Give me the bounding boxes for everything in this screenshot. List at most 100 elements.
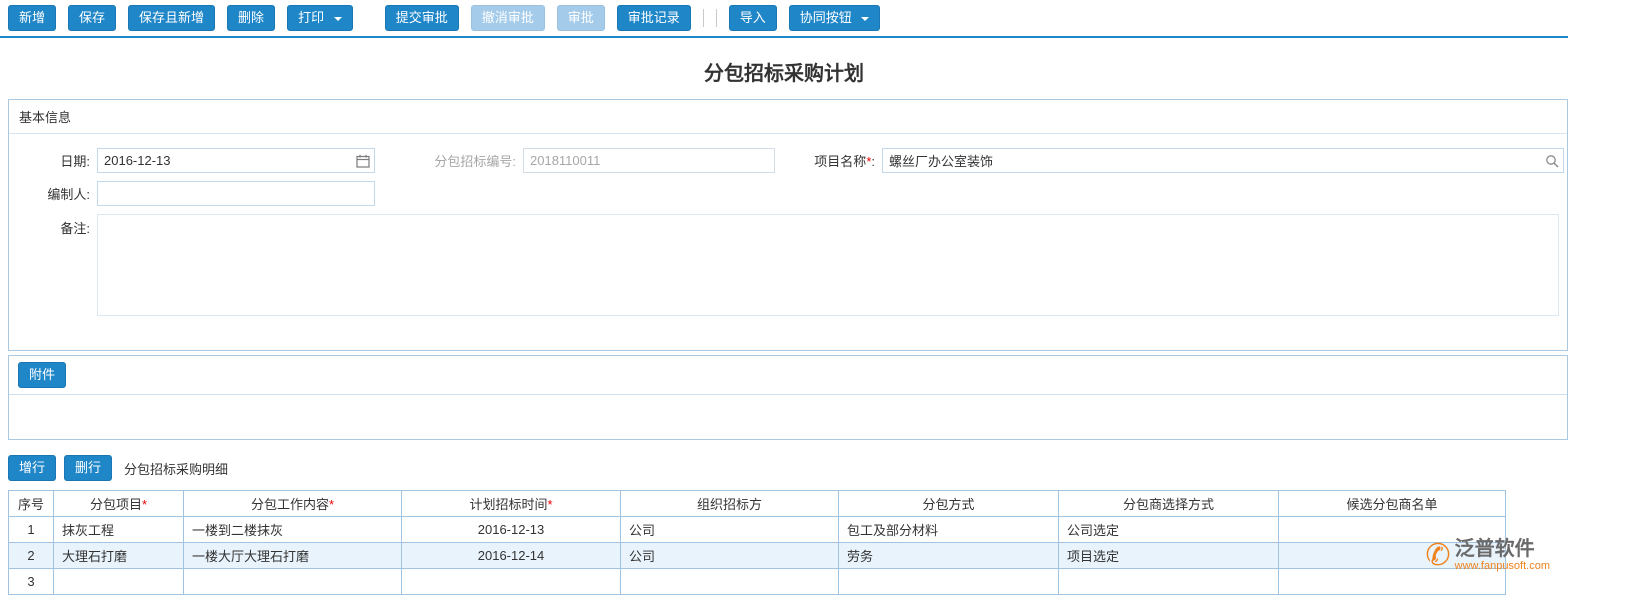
new-button[interactable]: 新增 [8, 5, 57, 31]
cell-subcontract-item[interactable] [53, 568, 184, 595]
add-row-button[interactable]: 增行 [8, 455, 57, 481]
compiler-field-wrap [97, 181, 375, 206]
date-input[interactable] [97, 148, 375, 173]
project-field-wrap [882, 148, 1564, 173]
col-header-label: 分包项目 [89, 497, 142, 512]
approval-record-button[interactable]: 审批记录 [616, 5, 691, 31]
cell-planned-bid-time[interactable]: 2016-12-14 [401, 542, 621, 569]
bid-no-input [523, 148, 775, 173]
required-asterisk: * [547, 497, 553, 512]
approve-button: 审批 [556, 5, 605, 31]
cell-selection-method[interactable] [1058, 568, 1279, 595]
col-header-label: 计划招标时间 [469, 497, 548, 512]
delete-button[interactable]: 删除 [227, 5, 276, 31]
attachment-header: 附件 [9, 356, 1567, 395]
collaboration-button-label: 协同按钮 [799, 10, 852, 25]
cell-seq: 3 [8, 568, 54, 595]
cell-organizer[interactable]: 公司 [620, 542, 839, 569]
form-row-3: 备注: [9, 214, 1567, 316]
compiler-input[interactable] [97, 181, 375, 206]
col-header-label: 分包工作内容 [250, 497, 329, 512]
page-title: 分包招标采购计划 [704, 63, 864, 85]
date-field-wrap [97, 148, 375, 173]
cell-subcontract-item[interactable]: 大理石打磨 [53, 542, 184, 569]
toolbar-separator [702, 9, 704, 27]
form-row-2: 编制人: [9, 181, 1567, 206]
calendar-icon[interactable] [355, 153, 370, 168]
attachment-panel: 附件 [8, 355, 1568, 440]
detail-section-title: 分包招标采购明细 [124, 461, 229, 477]
cell-planned-bid-time[interactable]: 2016-12-13 [401, 516, 621, 543]
col-header-subcontract-item: 分包项目* [53, 490, 184, 517]
basic-info-panel: 基本信息 日期: 分包招标编号: 项目名称*: [8, 99, 1568, 351]
cell-work-content[interactable] [183, 568, 402, 595]
cell-planned-bid-time[interactable] [401, 568, 621, 595]
col-header-label: 分包商选择方式 [1122, 497, 1214, 512]
table-row[interactable]: 1 抹灰工程 一楼到二楼抹灰 2016-12-13 公司 包工及部分材料 公司选… [8, 516, 1506, 543]
submit-approval-button[interactable]: 提交审批 [384, 5, 459, 31]
save-button[interactable]: 保存 [68, 5, 117, 31]
col-header-label: 分包方式 [922, 497, 975, 512]
cancel-approval-button: 撤消审批 [470, 5, 545, 31]
fanpu-brand: 泛普软件 [1454, 538, 1535, 560]
attachment-list-area [9, 395, 1567, 439]
collaboration-button[interactable]: 协同按钮 [788, 5, 881, 31]
import-button[interactable]: 导入 [728, 5, 777, 31]
basic-info-section-title: 基本信息 [9, 100, 1567, 134]
label-colon: : [871, 154, 875, 169]
fanpu-url: www.fanpusoft.com [1454, 560, 1550, 572]
cell-organizer[interactable] [620, 568, 839, 595]
project-name-input[interactable] [882, 148, 1564, 173]
cell-work-content[interactable]: 一楼到二楼抹灰 [183, 516, 402, 543]
top-toolbar: 新增 保存 保存且新增 删除 打印 提交审批 撤消审批 审批 审批记录 导入 协… [0, 0, 1568, 38]
cell-seq: 1 [8, 516, 54, 543]
chevron-down-icon [333, 16, 342, 21]
toolbar-separator [715, 9, 717, 27]
cell-subcontract-method[interactable] [838, 568, 1059, 595]
fanpu-logo-text: 泛普软件 www.fanpusoft.com [1455, 538, 1550, 573]
cell-selection-method[interactable]: 项目选定 [1058, 542, 1279, 569]
bid-no-label: 分包招标编号: [434, 154, 516, 169]
compiler-label: 编制人: [47, 187, 90, 202]
col-header-work-content: 分包工作内容* [183, 490, 402, 517]
project-name-label: 项目名称*: [787, 151, 882, 170]
date-label: 日期: [60, 154, 90, 169]
required-asterisk: * [328, 497, 335, 512]
table-row[interactable]: 2 大理石打磨 一楼大厅大理石打磨 2016-12-14 公司 劳务 项目选定 [8, 542, 1506, 569]
col-header-organizer: 组织招标方 [620, 490, 839, 517]
cell-organizer[interactable]: 公司 [620, 516, 839, 543]
form-row-1: 日期: 分包招标编号: 项目名称*: [9, 148, 1567, 173]
save-and-new-button[interactable]: 保存且新增 [128, 5, 216, 31]
cell-work-content[interactable]: 一楼大厅大理石打磨 [183, 542, 402, 569]
remark-textarea[interactable] [97, 214, 1559, 316]
print-button-label: 打印 [298, 10, 325, 25]
required-asterisk: * [141, 497, 148, 512]
col-header-label: 候选分包商名单 [1346, 497, 1438, 512]
col-header-selection-method: 分包商选择方式 [1058, 490, 1279, 517]
detail-table-header-row: 序号 分包项目* 分包工作内容* 计划招标时间* 组织招标方 分包方式 分包商选… [8, 490, 1506, 517]
detail-table: 序号 分包项目* 分包工作内容* 计划招标时间* 组织招标方 分包方式 分包商选… [8, 490, 1506, 595]
detail-toolbar: 增行 删行 分包招标采购明细 [8, 455, 1619, 481]
search-icon[interactable] [1544, 153, 1559, 168]
col-header-subcontract-method: 分包方式 [838, 490, 1059, 517]
fanpu-logo-icon: ✆ [1425, 538, 1451, 572]
col-header-planned-bid-time: 计划招标时间* [401, 490, 621, 517]
remark-label: 备注: [60, 221, 90, 236]
attachment-button[interactable]: 附件 [18, 362, 67, 388]
cell-selection-method[interactable]: 公司选定 [1058, 516, 1279, 543]
cell-subcontract-method[interactable]: 包工及部分材料 [838, 516, 1059, 543]
cell-subcontract-item[interactable]: 抹灰工程 [53, 516, 184, 543]
col-header-label: 组织招标方 [696, 497, 762, 512]
col-header-label: 序号 [17, 497, 44, 512]
col-header-candidate-list: 候选分包商名单 [1278, 490, 1506, 517]
cell-subcontract-method[interactable]: 劳务 [838, 542, 1059, 569]
table-row[interactable]: 3 [8, 568, 1506, 595]
print-button[interactable]: 打印 [287, 5, 353, 31]
chevron-down-icon [861, 16, 870, 21]
project-name-label-text: 项目名称 [814, 154, 867, 169]
cell-seq: 2 [8, 542, 54, 569]
col-header-seq: 序号 [8, 490, 54, 517]
basic-info-body: 日期: 分包招标编号: 项目名称*: [9, 134, 1567, 350]
delete-row-button[interactable]: 删行 [64, 455, 113, 481]
fanpu-watermark: ✆ 泛普软件 www.fanpusoft.com [1425, 538, 1550, 573]
